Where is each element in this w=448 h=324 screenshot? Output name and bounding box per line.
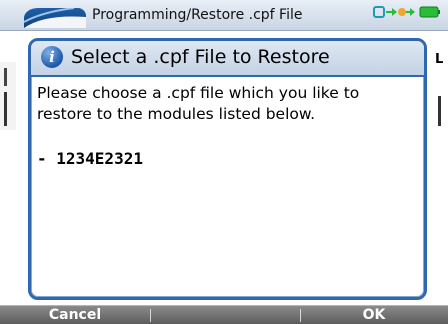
dialog-message: Please choose a .cpf file which you like…	[37, 84, 360, 123]
dialog-header: i Select a .cpf File to Restore	[31, 41, 424, 77]
background-list-edge-left	[0, 62, 16, 130]
app-logo-icon	[24, 8, 86, 28]
title-bar: Programming/Restore .cpf File	[0, 0, 448, 31]
dialog-title: Select a .cpf File to Restore	[71, 46, 330, 68]
window-title: Programming/Restore .cpf File	[92, 7, 303, 23]
background-list-edge-right: L	[432, 48, 448, 126]
background-partial-text: L	[435, 52, 444, 67]
screen: Programming/Restore .cpf File L i Select…	[0, 0, 448, 324]
module-list-item: - 1234E2321	[37, 149, 143, 168]
connection-battery-icon	[372, 4, 442, 20]
restore-dialog: i Select a .cpf File to Restore Please c…	[28, 38, 427, 300]
softkey-divider	[150, 309, 151, 322]
info-icon: i	[41, 46, 63, 68]
cancel-button[interactable]: Cancel	[0, 307, 150, 324]
softkey-bar: Cancel OK	[0, 305, 448, 324]
ok-button[interactable]: OK	[300, 307, 448, 324]
